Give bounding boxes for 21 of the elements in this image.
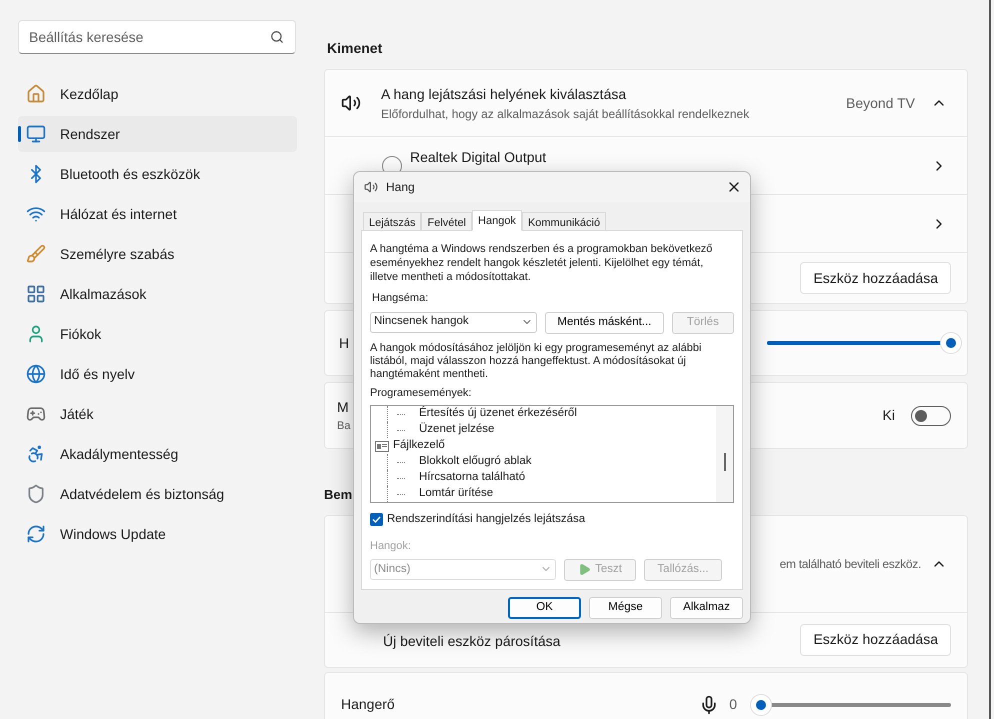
field-label: Hangok: xyxy=(370,539,411,554)
device-name: Realtek Digital Output xyxy=(410,148,548,167)
current-device: em található beviteli eszköz. xyxy=(780,556,921,572)
setting-description: Ba xyxy=(337,418,350,434)
field-label: Programesemények: xyxy=(370,386,472,400)
window-title: Hang xyxy=(386,179,416,196)
volume-reading: 0 xyxy=(729,695,737,714)
toggle-state: Ki xyxy=(882,406,895,425)
hint-text: A hangok módosításához jelöljön ki egy programeseményt az alábbi listából, majd válasszon hozzá hangeffektust. A módosításokat új hangtémaként mentheti. xyxy=(370,342,702,380)
setting-title: M xyxy=(337,398,349,417)
setting-title: Hangerő xyxy=(341,695,396,714)
current-device: Beyond TV xyxy=(846,94,915,113)
setting-description: Előfordulhat, hogy az alkalmazások saját beállításokkal rendelkeznek xyxy=(381,106,750,122)
setting-title: A hang lejátszási helyének kiválasztása xyxy=(381,84,626,104)
checkbox-label: Rendszerindítási hangjelzés lejátszása xyxy=(387,512,586,527)
setting-title: Új beviteli eszköz párosítása xyxy=(383,632,562,651)
setting-title: H xyxy=(339,334,350,352)
field-label: Hangséma: xyxy=(372,291,428,306)
intro-text: A hangtéma a Windows rendszerben és a programokban bekövetkező eseményekhez rendelt hangok készletét jelenti. Kijelölhet egy témát, illetve mentheti a módosítottakat. xyxy=(370,242,714,284)
section-heading: Kimenet xyxy=(327,39,382,58)
section-heading: Bem xyxy=(324,486,352,504)
